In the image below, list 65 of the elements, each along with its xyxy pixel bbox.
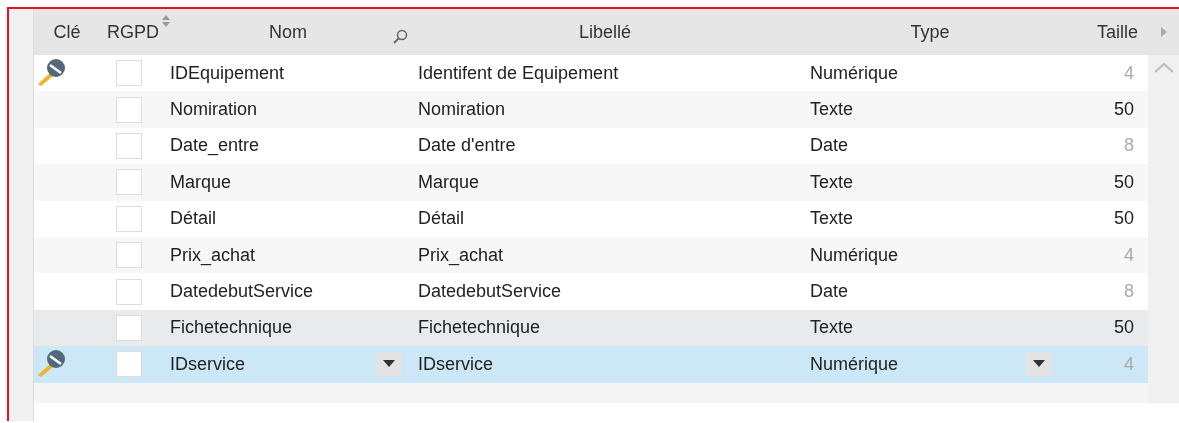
column-header[interactable]: Libellé [578,21,631,43]
column-header[interactable]: Taille [1096,21,1138,43]
table-cell: Identifent de Equipement [418,62,619,84]
table-cell: Prix_achat [170,244,256,266]
checkbox[interactable] [116,205,142,232]
table-cell: IDservice [170,353,245,375]
table-cell: Date [810,135,849,157]
table-cell: Date [810,281,849,303]
table-cell: Fichetechnique [418,317,541,339]
table-cell: IDservice [418,353,493,375]
table-row[interactable]: Date_entre Date d'entre Date 8 [34,127,1148,165]
column-header[interactable]: Nom [269,21,307,43]
table-cell: Texte [810,99,854,121]
table-row[interactable]: IDEquipement Identifent de Equipement Numérique 4 [34,55,1148,92]
table-cell-text: 50 [1113,317,1135,339]
checkbox[interactable] [116,169,142,196]
table-cell: Numérique [810,353,899,375]
search-icon[interactable] [392,29,408,45]
table-cell-text: 4 [1124,244,1135,266]
table-cell: Texte [810,208,854,230]
table-cell-text: 4 [1124,353,1135,375]
table-cell: Marque [170,171,232,193]
table-cell: IDEquipement [170,62,285,84]
table-cell: Prix_achat [418,244,504,266]
column-header[interactable]: Clé [53,21,81,43]
checkbox[interactable] [116,60,142,87]
dropdown-button[interactable] [1026,352,1052,377]
table-row[interactable]: DatedebutService DatedebutService Date 8 [34,273,1148,310]
column-header[interactable]: RGPD [107,21,159,43]
dropdown-button[interactable] [376,352,402,377]
checkbox[interactable] [116,96,142,123]
dropdown-caret-icon [1033,360,1045,369]
table-cell-text: 50 [1113,208,1135,230]
table-cell-text: 8 [1124,281,1135,303]
table-cell: Texte [810,171,854,193]
table-cell: Marque [418,171,480,193]
scroll-right-icon[interactable] [1160,27,1167,37]
table-cell: Date_entre [170,135,260,157]
checkbox[interactable] [116,132,142,159]
table-cell: Numérique [810,62,899,84]
table-row[interactable]: Détail Détail Texte 50 [34,200,1148,237]
table-cell: Fichetechnique [170,317,293,339]
table-row[interactable]: IDservice IDservice Numérique 4 [34,346,1148,383]
table-cell: Nomiration [170,99,258,121]
table-cell: DatedebutService [170,281,314,303]
table-cell-text: 50 [1113,99,1135,121]
column-header[interactable]: Type [910,21,950,43]
table-cell: Détail [418,208,465,230]
checkbox[interactable] [116,242,142,269]
table-cell-text: 4 [1124,62,1135,84]
table-cell-text: 8 [1124,135,1135,157]
scroll-up-icon[interactable] [1153,63,1174,73]
table-cell: Texte [810,317,854,339]
checkbox[interactable] [116,314,142,341]
table-cell: Date d'entre [418,135,516,157]
checkbox[interactable] [116,351,142,378]
dropdown-caret-icon [383,360,395,369]
table-cell: Nomiration [418,99,506,121]
table-row[interactable]: Fichetechnique Fichetechnique Texte 50 [34,309,1148,347]
sort-icon[interactable] [162,15,170,27]
table-cell: DatedebutService [418,281,562,303]
table-cell: Numérique [810,244,899,266]
table-cell-text: 50 [1113,171,1135,193]
table-cell: Détail [170,208,217,230]
checkbox[interactable] [116,278,142,305]
